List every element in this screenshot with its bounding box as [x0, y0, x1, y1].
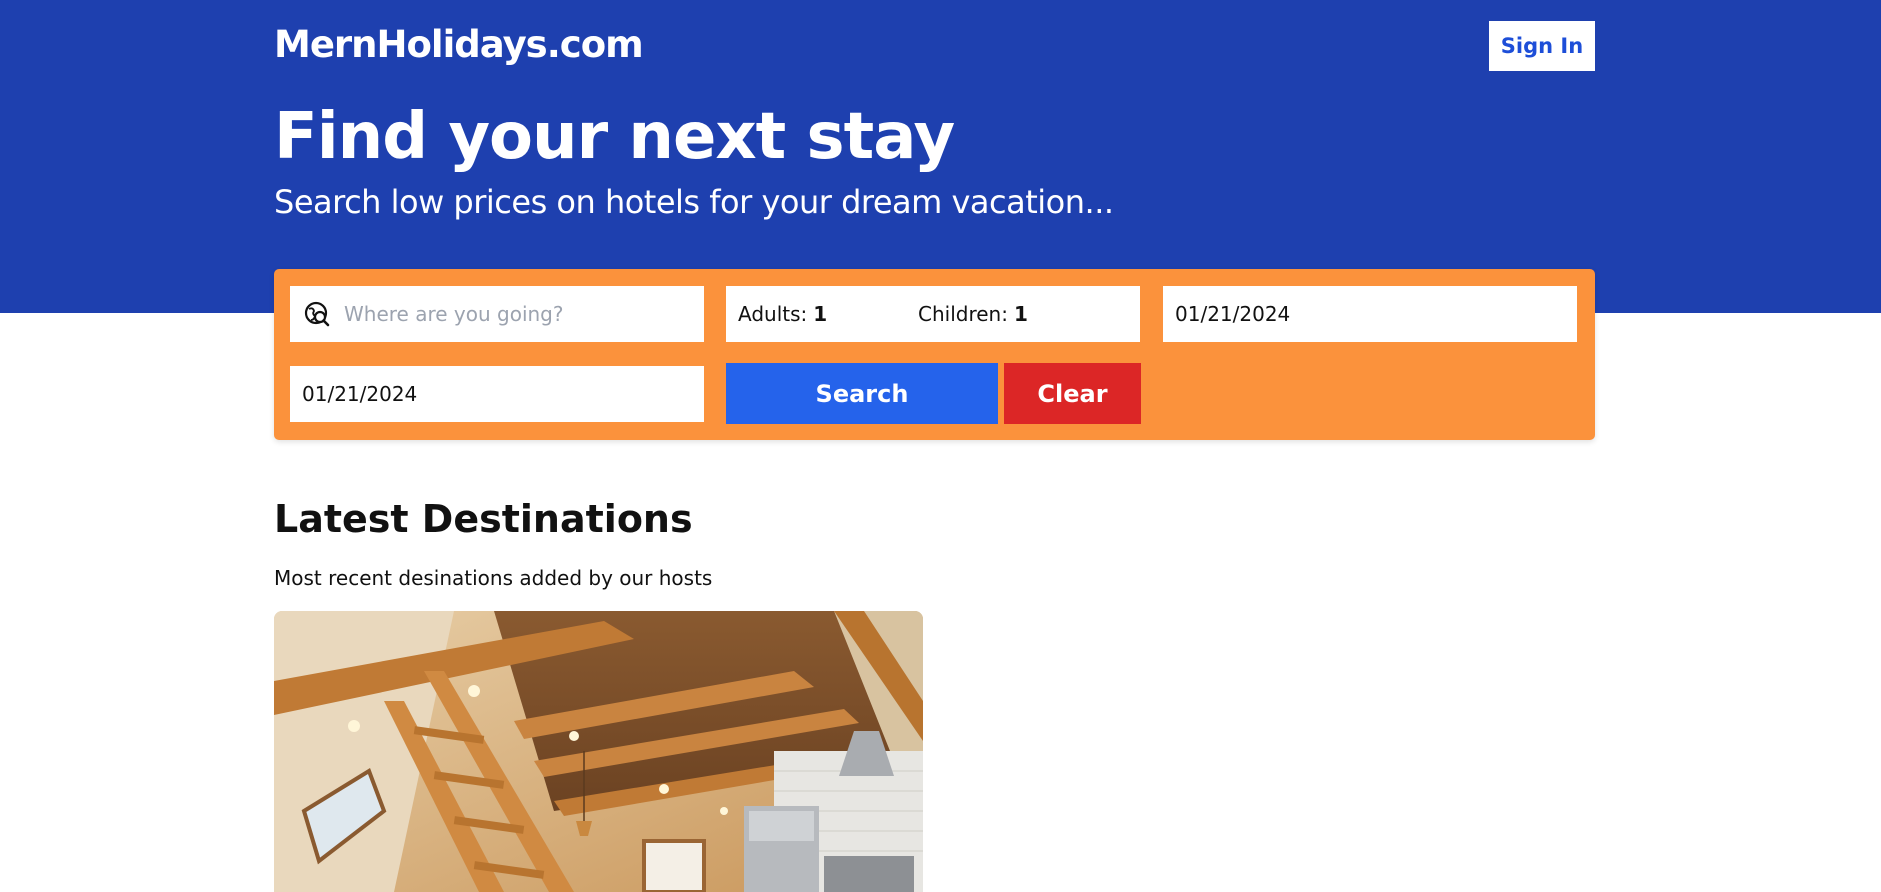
check-in-date-field[interactable]: 01/21/2024 — [1163, 286, 1577, 342]
hero-header: MernHolidays.com Sign In Find your next … — [0, 0, 1881, 313]
check-in-date-value: 01/21/2024 — [1175, 302, 1291, 326]
page-title: Find your next stay — [274, 100, 955, 174]
children-selector[interactable]: Children: 1 — [918, 302, 1118, 326]
destination-image — [274, 611, 923, 892]
check-out-date-field[interactable]: 01/21/2024 — [290, 366, 704, 422]
latest-destinations-title: Latest Destinations — [274, 497, 693, 541]
adults-label: Adults: — [738, 302, 808, 326]
destination-input[interactable] — [344, 302, 684, 326]
adults-count[interactable]: 1 — [813, 302, 827, 326]
destination-card[interactable] — [274, 611, 923, 892]
sign-in-button[interactable]: Sign In — [1489, 21, 1595, 71]
search-button[interactable]: Search — [726, 363, 998, 424]
children-count[interactable]: 1 — [1014, 302, 1028, 326]
adults-selector[interactable]: Adults: 1 — [738, 302, 918, 326]
latest-destinations-subtitle: Most recent desinations added by our hos… — [274, 566, 713, 590]
children-label: Children: — [918, 302, 1008, 326]
globe-search-icon — [304, 301, 330, 327]
clear-button[interactable]: Clear — [1004, 363, 1141, 424]
site-logo[interactable]: MernHolidays.com — [274, 23, 644, 66]
check-out-date-value: 01/21/2024 — [302, 382, 418, 406]
destination-field[interactable] — [290, 286, 704, 342]
page-subtitle: Search low prices on hotels for your dre… — [274, 183, 1114, 221]
guests-field: Adults: 1 Children: 1 — [726, 286, 1140, 342]
